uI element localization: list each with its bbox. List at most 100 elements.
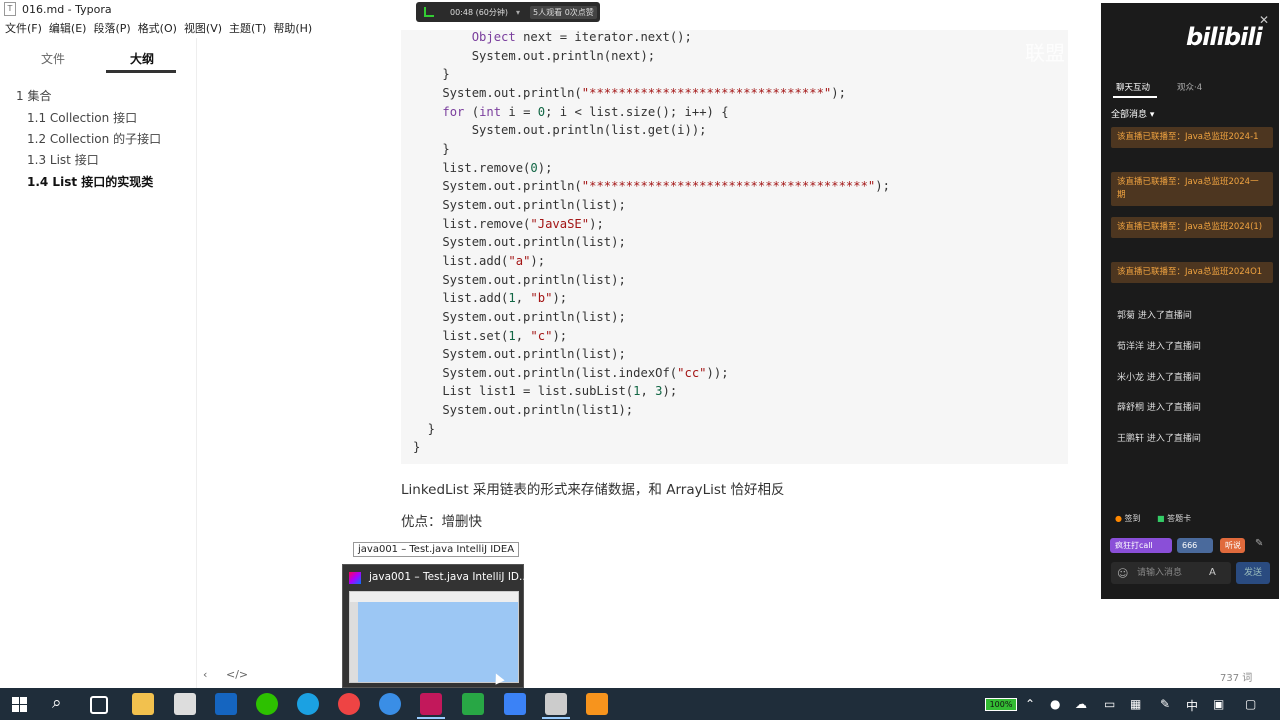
task-view-icon[interactable] — [90, 696, 108, 714]
edge-icon[interactable] — [297, 693, 319, 715]
more-gift-button[interactable]: 听说 — [1220, 538, 1245, 553]
teams-icon[interactable] — [215, 693, 237, 715]
menu-edit[interactable]: 编辑(E) — [49, 20, 87, 36]
thumbnail-toolbar — [350, 592, 518, 602]
microphone-icon[interactable]: ● — [1050, 697, 1060, 711]
menu-format[interactable]: 格式(O) — [138, 20, 177, 36]
taskbar-window-preview[interactable]: java001 – Test.java IntelliJ ID... — [342, 564, 529, 688]
code-line: System.out.println(list); — [413, 272, 626, 287]
code-line: list.remove("JavaSE"); — [413, 216, 604, 231]
crazy-call-button[interactable]: 疯狂打call — [1110, 538, 1172, 553]
network-icon[interactable]: ▦ — [1130, 697, 1141, 711]
outline-item-active[interactable]: 1.4 List 接口的实现类 — [27, 173, 153, 190]
code-line: } — [413, 440, 421, 455]
code-line: list.set(1, "c"); — [413, 328, 568, 343]
intellij-icon — [349, 572, 361, 584]
menu-file[interactable]: 文件(F) — [5, 20, 42, 36]
chevron-left-icon[interactable]: ‹ — [203, 668, 207, 681]
source-code-icon[interactable]: </> — [226, 668, 248, 681]
tab-chat[interactable]: 聊天互动 — [1116, 81, 1150, 93]
word-count[interactable]: 737 词 — [1220, 669, 1252, 684]
chevron-up-icon[interactable]: ⌃ — [1025, 697, 1035, 711]
preview-thumbnail[interactable] — [349, 591, 519, 683]
ime-indicator[interactable]: 中 — [1186, 697, 1198, 714]
tab-outline[interactable]: 大纲 — [130, 50, 154, 67]
ie-icon[interactable] — [379, 693, 401, 715]
windows-start-icon[interactable] — [12, 697, 27, 712]
window-title: 016.md - Typora — [22, 2, 112, 16]
checkin-button[interactable]: ● 签到 — [1115, 513, 1141, 524]
entry-message: 薛舒桐 进入了直播间 — [1117, 403, 1201, 413]
tab-audience[interactable]: 观众·4 — [1177, 81, 1202, 93]
entry-message: 郭菊 进入了直播间 — [1117, 311, 1192, 321]
code-content: Object next = iterator.next(); System.ou… — [413, 30, 890, 457]
running-indicator — [542, 717, 570, 719]
system-message: 该直播已联播至：Java总监班2024-1 — [1111, 127, 1273, 148]
menu-theme[interactable]: 主题(T) — [229, 20, 266, 36]
display-icon[interactable]: ▭ — [1104, 697, 1115, 711]
file-explorer-icon[interactable] — [132, 693, 154, 715]
code-line: } — [413, 141, 450, 156]
notification-app-icon[interactable]: ▣ — [1213, 697, 1224, 711]
bilibili-live-icon[interactable] — [586, 693, 608, 715]
active-tab-indicator — [106, 70, 176, 73]
datagrip-icon[interactable] — [462, 693, 484, 715]
chevron-down-icon[interactable]: ▾ — [516, 8, 520, 17]
code-line: Object next = iterator.next(); — [471, 30, 692, 44]
menu-help[interactable]: 帮助(H) — [273, 20, 312, 36]
card-icon: ■ — [1157, 514, 1165, 523]
entry-message: 王鹏轩 进入了直播间 — [1117, 434, 1201, 444]
code-line: list.add(1, "b"); — [413, 291, 568, 306]
vscode-icon[interactable] — [504, 693, 526, 715]
code-line: System.out.println(list.get(i)); — [413, 123, 707, 138]
code-line: System.out.println("********************… — [413, 85, 846, 100]
sidebar: 文件 大纲 1 集合 1.1 Collection 接口 1.2 Collect… — [0, 38, 197, 688]
code-line: } — [413, 67, 450, 82]
code-line: System.out.println(list); — [413, 347, 626, 362]
system-message: 该直播已联播至：Java总监班2024O1 — [1111, 262, 1273, 283]
live-timer: 00:48 (60分钟) — [450, 7, 509, 17]
six-six-six-button[interactable]: 666 — [1177, 538, 1213, 553]
wechat-icon[interactable] — [256, 693, 278, 715]
code-line: } — [413, 421, 436, 436]
tab-files[interactable]: 文件 — [41, 50, 65, 67]
code-line: list.remove(0); — [413, 160, 553, 175]
battery-icon[interactable]: 100% — [985, 698, 1017, 711]
typora-app-icon: T — [4, 2, 16, 16]
close-icon[interactable]: ✕ — [1259, 13, 1269, 27]
entry-message: 荀洋洋 进入了直播间 — [1117, 342, 1201, 352]
bilibili-live-panel: 联盟 bilibili ✕ 聊天互动 观众·4 全部消息 ▾ 该直播已联播至：J… — [1025, 3, 1279, 599]
font-style-button[interactable]: A — [1209, 567, 1216, 578]
message-filter-dropdown[interactable]: 全部消息 ▾ — [1111, 107, 1154, 120]
outline-item[interactable]: 1.3 List 接口 — [27, 151, 99, 168]
pen-icon[interactable]: ✎ — [1160, 697, 1170, 711]
location-icon: ● — [1115, 514, 1122, 523]
outline-item[interactable]: 1 集合 — [16, 87, 51, 104]
store-icon[interactable] — [174, 693, 196, 715]
paragraph-linkedlist: LinkedList 采用链表的形式来存储数据，和 ArrayList 恰好相反 — [401, 482, 785, 498]
menu-view[interactable]: 视图(V) — [184, 20, 222, 36]
cloud-icon[interactable]: ☁ — [1075, 697, 1087, 711]
typora-taskbar-icon[interactable] — [545, 693, 567, 715]
intellij-taskbar-icon[interactable] — [420, 693, 442, 715]
send-button[interactable]: 发送 — [1236, 562, 1270, 584]
taskbar-tooltip: java001 – Test.java IntelliJ IDEA — [353, 542, 520, 557]
pencil-icon[interactable]: ✎ — [1255, 538, 1263, 549]
code-block[interactable]: Object next = iterator.next(); System.ou… — [401, 30, 1068, 464]
signal-icon — [424, 7, 434, 17]
preview-title: java001 – Test.java IntelliJ ID... — [369, 571, 530, 583]
chrome-icon[interactable] — [338, 693, 360, 715]
menu-paragraph[interactable]: 段落(P) — [93, 20, 130, 36]
running-indicator — [417, 717, 445, 719]
search-icon[interactable]: ⌕ — [52, 693, 62, 713]
action-center-icon[interactable]: ▢ — [1245, 697, 1256, 711]
answer-card-button[interactable]: ■ 答题卡 — [1157, 513, 1191, 524]
viewer-count: 5人观看 0次点赞 — [530, 5, 597, 19]
system-message: 该直播已联播至：Java总监班2024一期 — [1111, 172, 1273, 206]
tab-indicator — [1113, 96, 1157, 98]
emoji-icon[interactable]: ☺ — [1117, 567, 1128, 580]
code-line: for (int i = 0; i < list.size(); i++) { — [442, 104, 729, 119]
outline-item[interactable]: 1.1 Collection 接口 — [27, 109, 137, 126]
outline-item[interactable]: 1.2 Collection 的子接口 — [27, 130, 161, 147]
code-line: System.out.println(list1); — [413, 403, 634, 418]
